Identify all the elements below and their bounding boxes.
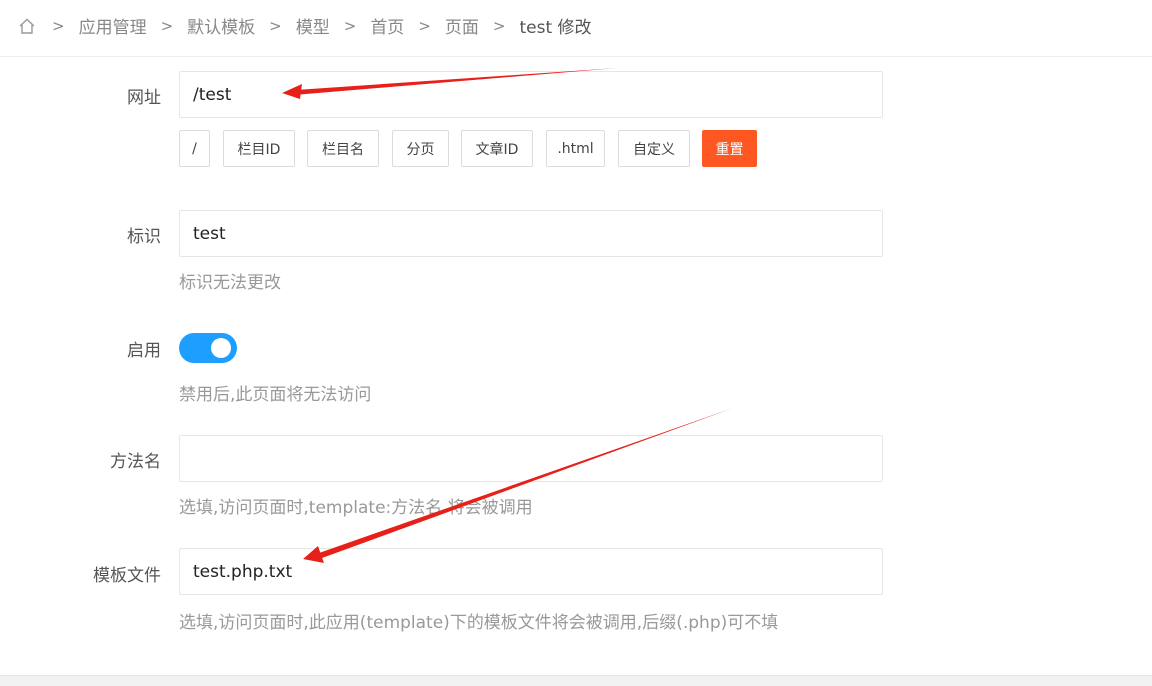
breadcrumb-current: test 修改 <box>519 18 592 38</box>
breadcrumb-item-app-management[interactable]: 应用管理 <box>79 13 147 38</box>
insert-html-suffix-button[interactable]: .html <box>546 130 605 167</box>
insert-slash-button[interactable]: / <box>179 130 210 167</box>
method-label: 方法名 <box>110 452 161 472</box>
footer-divider <box>0 675 1152 686</box>
insert-article-id-button[interactable]: 文章ID <box>461 130 533 167</box>
breadcrumb-separator: > <box>52 16 65 35</box>
method-input[interactable] <box>179 435 883 482</box>
home-icon[interactable] <box>18 17 36 35</box>
insert-category-id-button[interactable]: 栏目ID <box>223 130 295 167</box>
reset-button[interactable]: 重置 <box>702 130 757 167</box>
breadcrumb-separator: > <box>160 16 174 35</box>
template-file-help: 选填,访问页面时,此应用(template)下的模板文件将会被调用,后缀(.ph… <box>179 613 779 633</box>
template-file-input[interactable] <box>179 548 883 595</box>
breadcrumb-separator: > <box>343 16 357 35</box>
breadcrumb-item-homepage[interactable]: 首页 <box>370 13 404 38</box>
insert-category-name-button[interactable]: 栏目名 <box>307 130 379 167</box>
identifier-label: 标识 <box>127 227 161 247</box>
enabled-label: 启用 <box>127 341 161 361</box>
breadcrumb-separator: > <box>269 16 282 35</box>
toggle-knob <box>211 338 231 358</box>
arrow-annotation-template-file <box>303 408 733 563</box>
identifier-help: 标识无法更改 <box>179 273 281 293</box>
breadcrumb-item-default-template[interactable]: 默认模板 <box>187 13 255 38</box>
breadcrumb-separator: > <box>492 16 506 35</box>
url-label: 网址 <box>127 88 161 108</box>
breadcrumb: > 应用管理 > 默认模板 > 模型 > 首页 > 页面 > test 修改 <box>0 0 1152 57</box>
identifier-input[interactable] <box>179 210 883 257</box>
breadcrumb-separator: > <box>418 16 431 35</box>
insert-pagination-button[interactable]: 分页 <box>392 130 449 167</box>
template-file-label: 模板文件 <box>93 566 161 586</box>
enabled-help: 禁用后,此页面将无法访问 <box>179 385 372 405</box>
method-help: 选填,访问页面时,template:方法名 将会被调用 <box>179 498 533 518</box>
breadcrumb-item-model[interactable]: 模型 <box>296 13 330 38</box>
custom-button[interactable]: 自定义 <box>618 130 690 167</box>
breadcrumb-trail: > 应用管理 > 默认模板 > 模型 > 首页 > 页面 > test 修改 <box>18 13 592 38</box>
breadcrumb-item-pages[interactable]: 页面 <box>445 13 479 38</box>
url-input[interactable] <box>179 71 883 118</box>
enabled-toggle[interactable] <box>179 333 237 363</box>
